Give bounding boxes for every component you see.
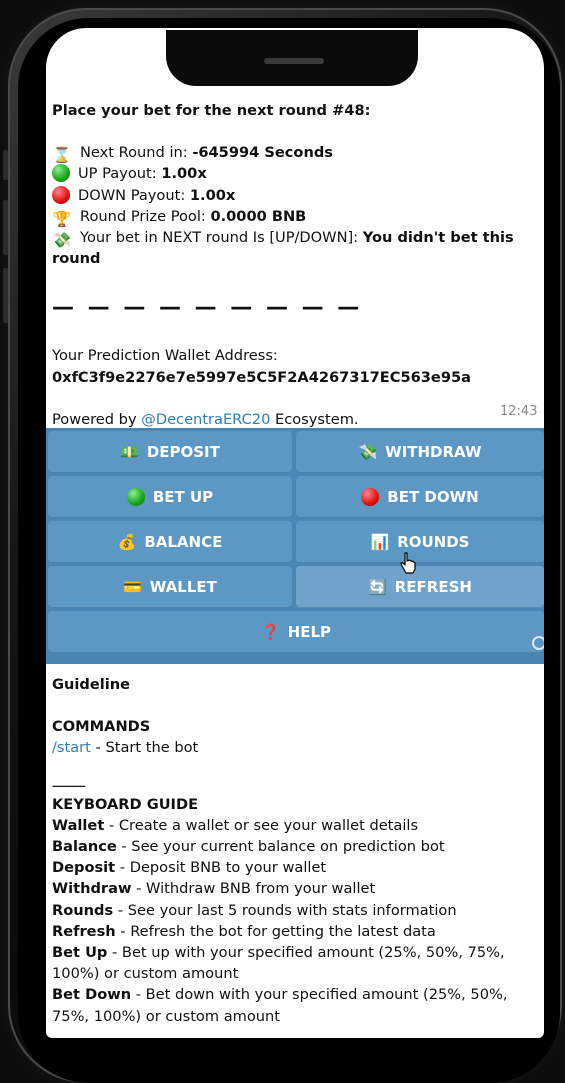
share-icon[interactable] — [532, 636, 544, 650]
wallet-address[interactable]: 0xfC3f9e2276e7e5997e5C5F2A4267317EC563e9… — [52, 367, 540, 388]
hand-cursor-icon — [400, 552, 416, 574]
wallet-label: Your Prediction Wallet Address: — [52, 347, 278, 365]
your-bet-row: 💸 Your bet in NEXT round Is [UP/DOWN]: Yo… — [52, 229, 514, 268]
question-mark-icon: ❓ — [260, 623, 280, 641]
guide-item: Wallet - Create a wallet or see your wal… — [52, 816, 419, 834]
guide-item: Refresh - Refresh the bot for getting th… — [52, 922, 436, 940]
money-with-wings-icon: 💸 — [358, 443, 378, 461]
chat-screen: Place your bet for the next round #48: ⌛… — [46, 28, 544, 1038]
guide-item: Withdraw - Withdraw BNB from your wallet — [52, 880, 376, 898]
inline-keyboard: 💵 DEPOSIT 💸 WITHDRAW BET UP BET DOWN 💰 BALA… — [46, 428, 544, 664]
down-payout-row: DOWN Payout: 1.00x — [52, 185, 540, 206]
refresh-button[interactable]: 🔄 REFRESH — [296, 566, 544, 608]
separator-line: — — — — — — — — — — [52, 295, 363, 321]
guideline-title: Guideline — [52, 676, 131, 693]
commands-title: COMMANDS — [52, 718, 151, 736]
phone-side-button — [3, 200, 8, 255]
next-round-row: ⌛ Next Round in: -645994 Seconds — [52, 144, 333, 165]
guide-item: Bet Down - Bet down with your specified … — [52, 986, 508, 1025]
guide-item: Rounds - See your last 5 rounds with sta… — [52, 901, 457, 919]
message-heading: Place your bet for the next round #48: — [52, 102, 371, 119]
start-command-row: /start - Start the bot — [52, 739, 199, 757]
refresh-icon: 🔄 — [368, 578, 387, 596]
balance-button[interactable]: 💰 BALANCE — [48, 521, 292, 563]
powered-by: Powered by @DecentraERC20 Ecosystem. — [52, 410, 359, 428]
wallet-button[interactable]: 💳 WALLET — [48, 566, 292, 608]
guide-item: Balance - See your current balance on pr… — [52, 838, 445, 856]
phone-side-button — [3, 150, 8, 180]
guideline-message: Guideline COMMANDS /start - Start the bo… — [52, 674, 542, 1027]
red-circle-icon — [361, 488, 380, 506]
rounds-button[interactable]: 📊 ROUNDS — [296, 521, 544, 563]
prize-pool-row: 🏆 Round Prize Pool: 0.0000 BNB — [52, 207, 307, 228]
phone-side-button — [3, 268, 8, 323]
withdraw-button[interactable]: 💸 WITHDRAW — [296, 431, 544, 473]
phone-notch — [166, 30, 418, 86]
money-flying-icon: 💸 — [52, 231, 72, 250]
bet-up-button[interactable]: BET UP — [48, 476, 292, 518]
money-icon: 💵 — [120, 443, 139, 461]
guide-item: Deposit - Deposit BNB to your wallet — [52, 859, 327, 877]
deposit-button[interactable]: 💵 DEPOSIT — [48, 431, 292, 473]
trophy-icon: 🏆 — [52, 209, 72, 228]
money-bag-icon: 💰 — [117, 533, 137, 551]
bar-chart-icon: 📊 — [370, 533, 390, 551]
credit-card-icon: 💳 — [123, 578, 142, 596]
start-command-link[interactable]: /start — [52, 739, 91, 756]
green-circle-icon — [126, 488, 145, 506]
divider-text: ------------ — [52, 781, 86, 792]
keyboard-guide-title: KEYBOARD GUIDE — [52, 795, 199, 813]
up-payout-row: UP Payout: 1.00x — [52, 163, 540, 184]
decentra-link[interactable]: @DecentraERC20 — [141, 411, 270, 428]
speaker-grille — [264, 58, 324, 64]
hourglass-icon: ⌛ — [52, 146, 72, 165]
message-time: 12:43 — [500, 404, 538, 419]
bet-down-button[interactable]: BET DOWN — [296, 476, 544, 518]
guide-item: Bet Up - Bet up with your specified amou… — [52, 944, 505, 983]
green-circle-icon — [52, 164, 70, 183]
red-circle-icon — [52, 185, 70, 204]
bet-message: Place your bet for the next round #48: ⌛… — [52, 100, 540, 430]
help-button[interactable]: ❓ HELP — [48, 611, 544, 653]
